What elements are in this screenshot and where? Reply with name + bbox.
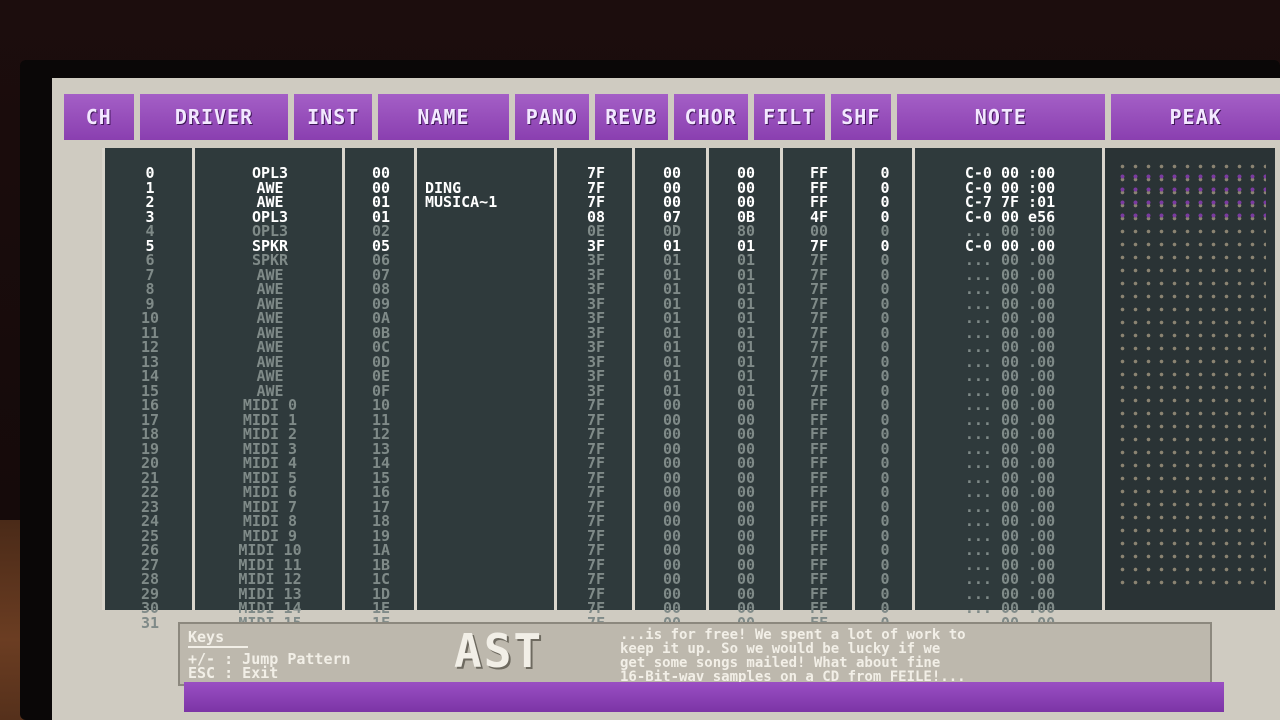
header-peak[interactable]: PEAK: [1111, 94, 1280, 140]
header-revb[interactable]: REVB: [594, 94, 669, 140]
bottom-status-bar: [184, 682, 1224, 712]
header-filt[interactable]: FILT: [753, 94, 825, 140]
column-header-bar: CH DRIVER INST NAME PANO REVB CHOR FILT …: [64, 88, 1280, 146]
column-filt: FF FF FF 4F 00 7F 7F 7F 7F 7F 7F 7F 7F 7F 7F 7F FF FF FF FF…: [780, 148, 855, 630]
header-note[interactable]: NOTE: [896, 94, 1106, 140]
header-shf[interactable]: SHF: [831, 94, 891, 140]
footer-panel: Keys +/- : Jump Pattern ESC : Exit AST .…: [178, 622, 1212, 686]
header-inst[interactable]: INST: [294, 94, 372, 140]
tracker-screen: CH DRIVER INST NAME PANO REVB CHOR FILT …: [52, 78, 1280, 720]
scroll-text: ...is for free! We spent a lot of work t…: [620, 628, 1210, 684]
channel-grid: 0 1 2 3 4 5 6 7 8 9 10 11 12 13 14 15 16 17 18 19 20 21 22 23 24…: [102, 148, 1275, 630]
column-note: C-0 00 :00 C-0 00 :00 C-7 7F :01 C-0 00 e56…: [912, 148, 1105, 630]
header-chor[interactable]: CHOR: [674, 94, 748, 140]
header-driver[interactable]: DRIVER: [139, 94, 289, 140]
keys-help: Keys +/- : Jump Pattern ESC : Exit: [188, 628, 436, 682]
ast-logo: AST: [454, 624, 544, 678]
peak-meter-active: [1116, 170, 1266, 220]
column-pano: 7F 7F 7F 08 0E 3F 3F 3F 3F 3F 3F 3F 3F 3F 3F 3F 7F 7F 7F 7F…: [554, 148, 635, 630]
name-cell: MUSICA~1: [425, 193, 498, 211]
column-driver: OPL3 AWE AWE OPL3 OPL3 SPKR SPKR AWE AWE AWE AWE AW…: [192, 148, 345, 630]
column-inst: 00 00 01 01 02 05 06 07 08 09 0A 0B 0C 0D 0E 0F 10 11 12 13…: [342, 148, 417, 630]
column-ch: 0 1 2 3 4 5 6 7 8 9 10 11 12 13 14 15 16 17 18 19 20 21 22 23 24…: [102, 148, 195, 630]
column-shf: 00000000000000000000000000000000: [852, 148, 915, 630]
photo-scene: CH DRIVER INST NAME PANO REVB CHOR FILT …: [0, 0, 1280, 720]
column-name: DING MUSICA~1: [414, 148, 557, 610]
column-chor: 00 00 00 0B 80 01 01 01 01 01 01 01 01 01 01 01 00 00 00 00…: [706, 148, 783, 630]
header-ch[interactable]: CH: [64, 94, 134, 140]
keys-underline: [188, 646, 248, 648]
header-name[interactable]: NAME: [377, 94, 510, 140]
key-exit: ESC : Exit: [188, 664, 279, 682]
column-revb: 00 00 00 07 0D 01 01 01 01 01 01 01 01 01 01 01 00 00 00 00…: [632, 148, 709, 630]
keys-title: Keys: [188, 628, 225, 646]
header-pano[interactable]: PANO: [515, 94, 589, 140]
peak-meter-grid: [1116, 160, 1266, 590]
